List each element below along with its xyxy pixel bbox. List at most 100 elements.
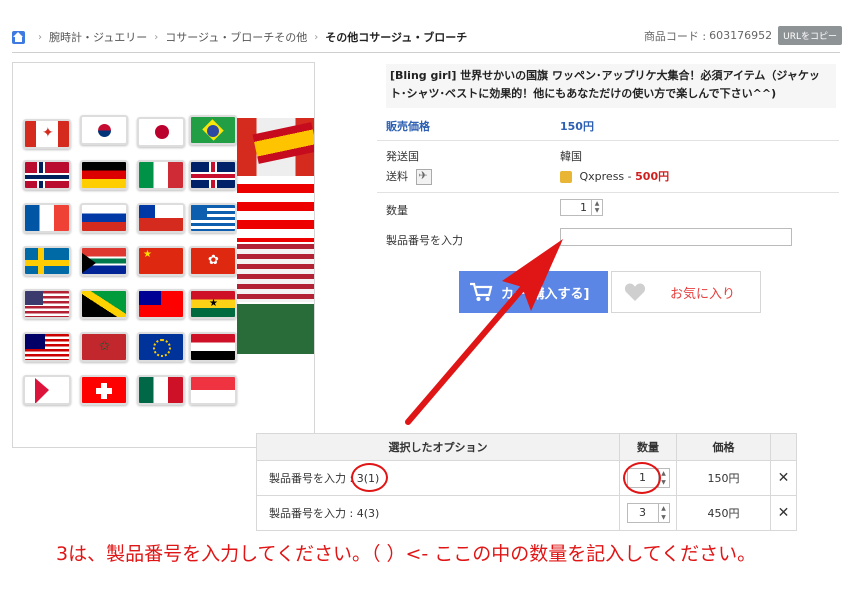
flag-malaysia	[23, 332, 71, 362]
flag-hong-kong: ✿	[189, 246, 237, 276]
flag-france	[23, 203, 71, 233]
origin-row: 発送国 韓国	[386, 148, 838, 164]
option-qty: 1 ▲ ▼	[619, 460, 677, 496]
serial-input[interactable]	[560, 228, 792, 246]
photo-brazil-patch	[237, 304, 314, 354]
options-header-delete	[770, 433, 797, 461]
plane-icon	[415, 169, 432, 185]
serial-label: 製品番号を入力	[386, 234, 463, 247]
photo-puerto-rico-patch	[237, 184, 314, 242]
photo-strip	[237, 118, 314, 354]
flag-ghana: ★	[189, 289, 237, 319]
flag-greece	[189, 203, 237, 233]
options-header-qty: 数量	[619, 433, 677, 461]
options-header-name: 選択したオプション	[256, 433, 620, 461]
heart-icon	[624, 283, 646, 301]
flag-italy	[137, 160, 185, 190]
breadcrumb: › 腕時計・ジュエリー › コサージュ・ブローチその他 › その他コサージュ・ブ…	[12, 26, 467, 48]
product-image[interactable]: ✦ ★ ✿ ★ ✩	[12, 62, 315, 448]
product-code: 商品コード : 603176952 URLをコピー	[644, 26, 842, 45]
flag-jamaica	[80, 289, 128, 319]
divider	[12, 52, 840, 53]
table-row: 製品番号を入力 : 3(1) 1 ▲ ▼ 150円 ✕	[256, 460, 797, 496]
option-price: 150円	[676, 460, 771, 496]
highlight-circle	[350, 463, 388, 492]
options-header-price: 価格	[676, 433, 771, 461]
product-code-label: 商品コード :	[643, 29, 707, 43]
option-name: 製品番号を入力 : 3(1)	[256, 460, 620, 496]
option-name-prefix: 製品番号を入力 :	[269, 507, 354, 520]
price-value: 150円	[560, 120, 594, 133]
shipping-carrier: Qxpress -	[579, 170, 632, 183]
flag-morocco: ✩	[80, 332, 128, 362]
close-icon[interactable]: ✕	[770, 495, 797, 531]
flag-japan	[137, 117, 185, 147]
option-name: 製品番号を入力 : 4(3)	[256, 495, 620, 531]
chevron-right-icon: ›	[314, 31, 319, 43]
flag-singapore	[189, 375, 237, 405]
flag-brazil	[189, 115, 237, 145]
favorite-button[interactable]: お気に入り	[611, 271, 761, 313]
option-qty-input[interactable]: 3	[626, 503, 659, 523]
shipping-row: 送料 Qxpress - 500円	[386, 168, 838, 185]
flag-south-africa	[80, 246, 128, 276]
flag-taiwan	[137, 289, 185, 319]
flag-switzerland	[80, 375, 128, 405]
highlight-circle	[622, 462, 661, 494]
flag-canada: ✦	[23, 119, 71, 149]
shipping-label: 送料	[386, 170, 408, 183]
option-name-value: 3(1)	[350, 463, 388, 492]
shipping-price: 500円	[635, 170, 670, 183]
quantity-input[interactable]: 1	[560, 199, 592, 216]
serial-row: 製品番号を入力	[386, 228, 838, 248]
close-icon[interactable]: ✕	[770, 460, 797, 496]
price-label: 販売価格	[386, 120, 430, 133]
home-icon[interactable]	[12, 30, 25, 44]
flag-mexico	[137, 375, 185, 405]
product-title: [Bling girl] 世界せかいの国旗 ワッペン･アップリケ大集合！必須アイ…	[386, 64, 836, 108]
option-name-value: 4(3)	[356, 507, 380, 520]
flag-china: ★	[137, 246, 185, 276]
flag-usa	[23, 289, 71, 319]
flag-chile	[137, 203, 185, 233]
flag-norway	[23, 160, 71, 190]
stepper-arrows[interactable]: ▲ ▼	[658, 503, 670, 523]
cart-icon	[470, 282, 493, 301]
shipping-value: Qxpress - 500円	[560, 168, 669, 184]
breadcrumb-item-corsage[interactable]: コサージュ・ブローチその他	[165, 29, 307, 45]
cart-button[interactable]: カー 購入する]	[459, 271, 608, 313]
flag-sweden	[23, 246, 71, 276]
flag-egypt	[189, 332, 237, 362]
flag-uk	[189, 160, 237, 190]
box-icon	[560, 171, 572, 183]
option-qty-stepper[interactable]: 3 ▲ ▼	[626, 503, 670, 523]
price-row: 販売価格 150円	[386, 118, 838, 134]
flag-germany	[80, 160, 128, 190]
copy-url-button[interactable]: URLをコピー	[778, 26, 842, 45]
flag-nepal	[23, 375, 71, 405]
option-name-prefix: 製品番号を入力 :	[269, 472, 354, 485]
quantity-label: 数量	[386, 204, 408, 217]
origin-label: 発送国	[386, 150, 419, 163]
product-code-value: 603176952	[709, 29, 773, 42]
breadcrumb-item-watches[interactable]: 腕時計・ジュエリー	[49, 29, 147, 45]
option-qty-stepper[interactable]: 1 ▲ ▼	[622, 462, 670, 494]
chevron-right-icon: ›	[154, 31, 159, 43]
origin-value: 韓国	[560, 150, 582, 163]
divider	[377, 192, 839, 193]
divider	[377, 140, 839, 141]
cart-button-label: カー 購入する]	[501, 286, 590, 302]
flag-korea	[80, 115, 128, 145]
options-header: 選択したオプション 数量 価格	[256, 433, 797, 461]
quantity-row: 数量 1 ▲ ▼	[386, 199, 838, 218]
table-row: 製品番号を入力 : 4(3) 3 ▲ ▼ 450円 ✕	[256, 495, 797, 531]
chevron-right-icon: ›	[38, 31, 42, 43]
quantity-stepper[interactable]: 1 ▲ ▼	[560, 199, 603, 216]
breadcrumb-item-current: その他コサージュ・ブローチ	[325, 31, 468, 44]
flag-eu	[137, 332, 185, 362]
options-table: 選択したオプション 数量 価格 製品番号を入力 : 3(1) 1 ▲ ▼ 150円…	[256, 433, 797, 531]
photo-usa-patch	[237, 244, 314, 302]
stepper-arrows[interactable]: ▲ ▼	[592, 199, 603, 216]
option-qty: 3 ▲ ▼	[619, 495, 677, 531]
annotation-note: 3は、製品番号を入力してください。（ ）<- ここの中の数量を記入してください。	[56, 543, 757, 565]
